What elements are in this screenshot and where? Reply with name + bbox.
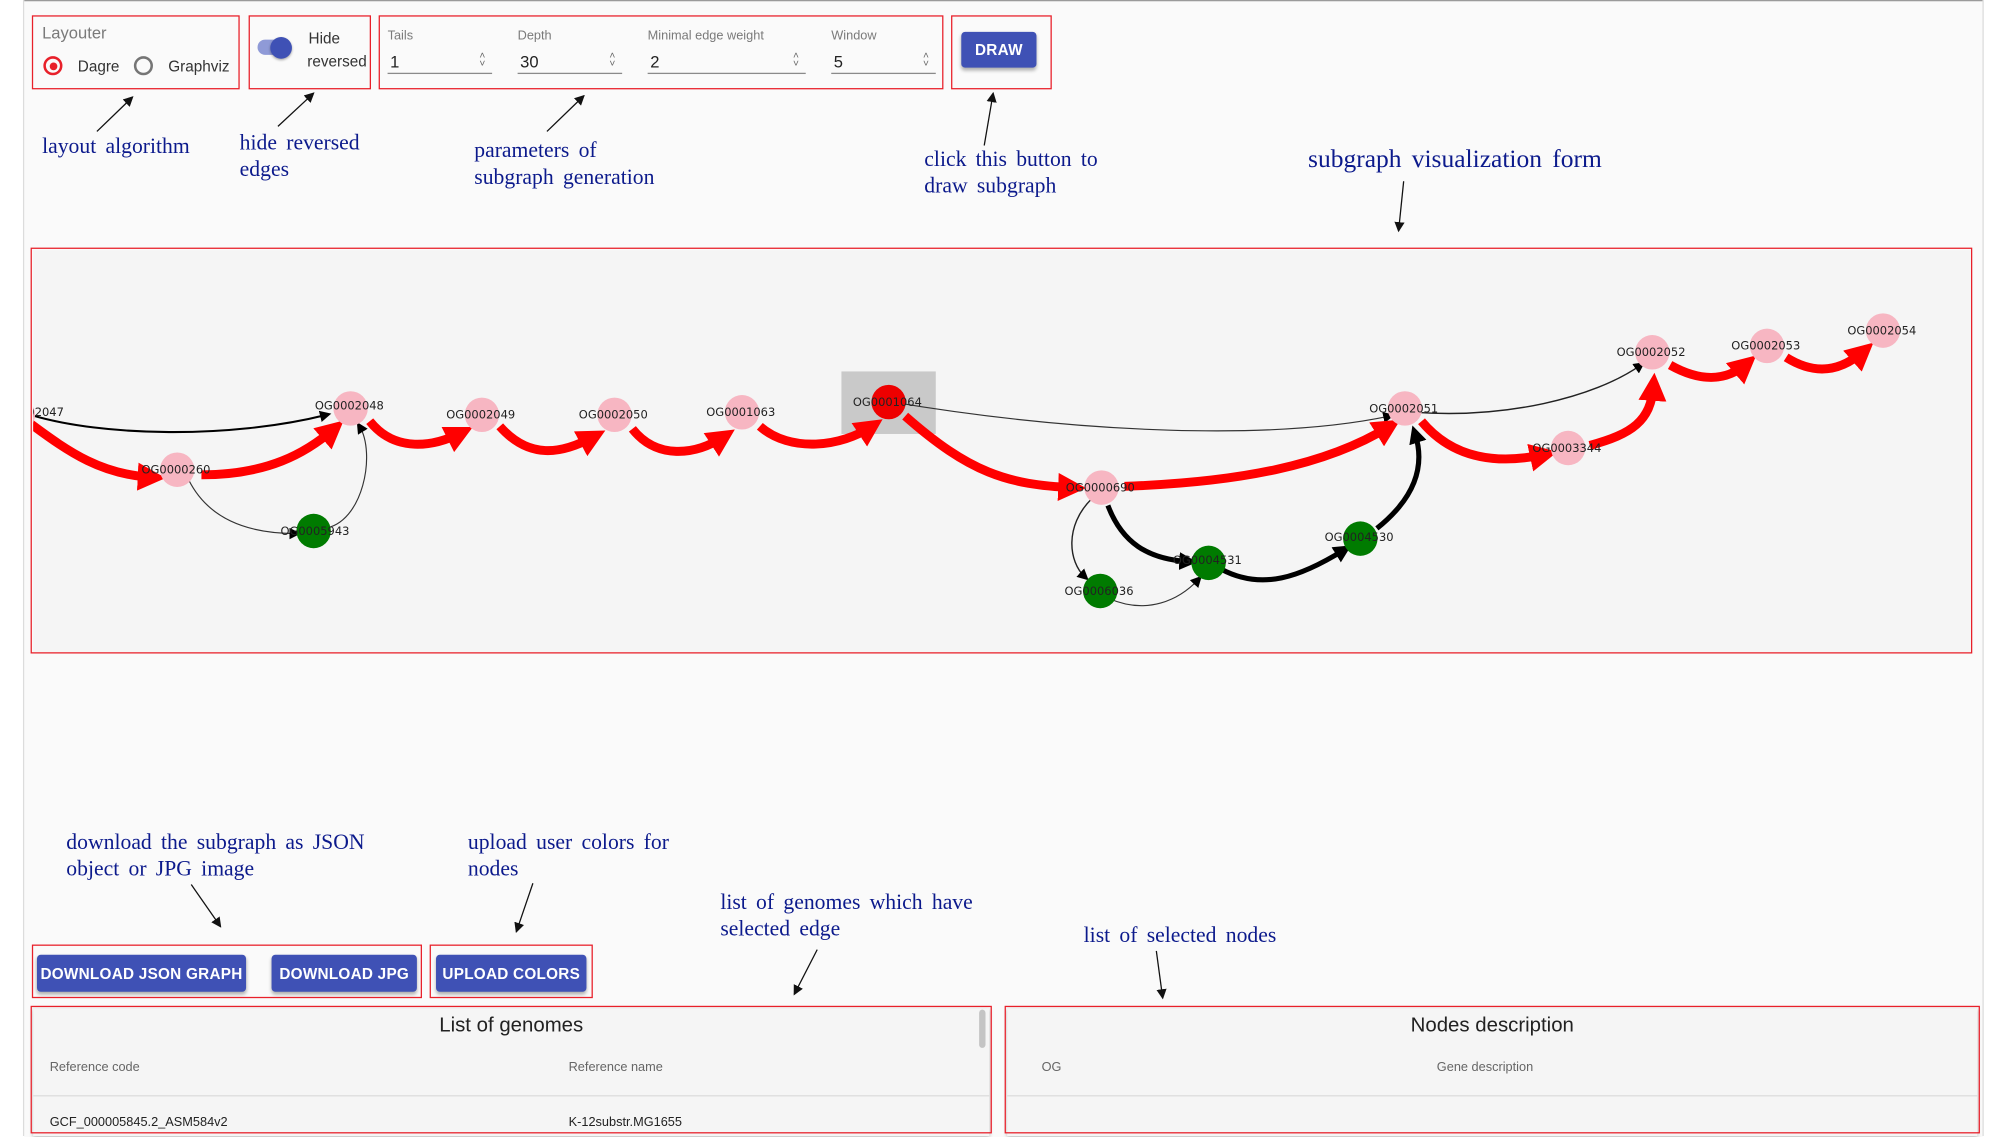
annotation-genomes: list of genomes which have selected edge [720, 889, 973, 941]
upload-highlight-box [429, 944, 593, 999]
download-highlight-box [31, 944, 422, 999]
annotation-nodes: list of selected nodes [1083, 922, 1277, 948]
nodes-highlight-box [1004, 1005, 1980, 1134]
visualization-form-highlight-box [30, 247, 1973, 654]
genomes-highlight-box [30, 1005, 992, 1134]
annotation-upload: upload user colors for nodes [467, 829, 669, 881]
annotation-download: download the subgraph as JSON object or … [66, 829, 365, 881]
